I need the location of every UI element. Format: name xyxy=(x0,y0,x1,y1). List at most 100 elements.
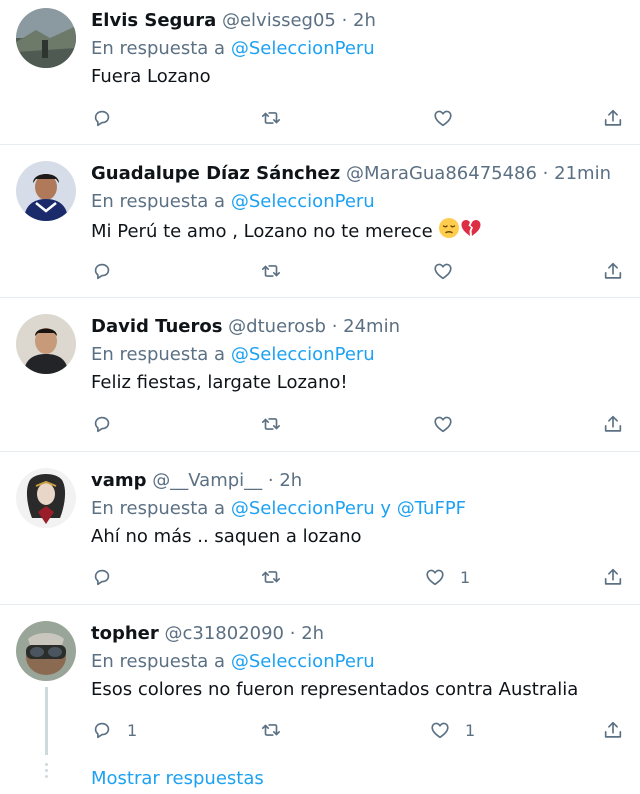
retweet-button[interactable] xyxy=(260,259,282,283)
timestamp[interactable]: 24min xyxy=(343,316,400,337)
author-name[interactable]: Elvis Segura xyxy=(91,10,216,31)
avatar[interactable] xyxy=(16,8,76,68)
tweet-text: Ahí no más .. saquen a lozano xyxy=(91,526,362,547)
reply-button[interactable] xyxy=(91,259,127,283)
retweet-button[interactable] xyxy=(260,718,282,742)
like-count: 1 xyxy=(460,567,471,587)
share-button[interactable] xyxy=(602,412,624,436)
retweet-icon xyxy=(261,418,281,430)
retweet-button[interactable] xyxy=(260,412,282,436)
separator: · xyxy=(284,623,302,644)
timestamp[interactable]: 2h xyxy=(353,10,376,31)
reply-icon xyxy=(94,416,110,433)
reply-prefix: En respuesta a xyxy=(91,498,231,519)
retweet-icon xyxy=(261,112,281,124)
like-icon xyxy=(434,416,452,433)
like-button[interactable] xyxy=(432,259,468,283)
thread-line xyxy=(45,687,48,755)
reply-prefix: En respuesta a xyxy=(91,191,231,212)
like-button[interactable]: 1 xyxy=(424,565,470,589)
like-button[interactable] xyxy=(432,412,468,436)
reply-context: En respuesta a @SeleccionPeru y @TuFPF xyxy=(91,496,626,522)
reply-button[interactable] xyxy=(91,565,127,589)
retweet-button[interactable] xyxy=(260,565,282,589)
retweet-icon xyxy=(261,724,281,736)
tweet-actions xyxy=(91,259,626,283)
retweet-icon xyxy=(261,265,281,277)
reply-icon xyxy=(94,110,110,127)
broken-heart-emoji-icon xyxy=(460,217,482,247)
author-handle[interactable]: @c31802090 xyxy=(165,623,285,644)
share-button[interactable] xyxy=(602,565,624,589)
separator: · xyxy=(325,316,344,337)
tweet-text: Esos colores no fueron representados con… xyxy=(91,679,579,700)
thread-dots xyxy=(44,763,49,781)
tweet-actions xyxy=(91,106,626,130)
pensive-face-emoji-icon xyxy=(438,217,460,247)
tweet-text-row: Mi Perú te amo , Lozano no te merece xyxy=(91,217,626,243)
mention-link[interactable]: @SeleccionPeru xyxy=(231,344,375,365)
reply-button[interactable] xyxy=(91,412,127,436)
timestamp[interactable]: 21min xyxy=(554,163,611,184)
mention-link[interactable]: @SeleccionPeru y @TuFPF xyxy=(231,498,466,519)
author-handle[interactable]: @elvisseg05 xyxy=(222,10,336,31)
like-icon xyxy=(431,722,449,739)
share-icon xyxy=(604,415,622,432)
share-icon xyxy=(604,109,622,126)
show-replies-link[interactable]: Mostrar respuestas xyxy=(91,766,264,792)
share-button[interactable] xyxy=(602,259,624,283)
reply-prefix: En respuesta a xyxy=(91,344,231,365)
author-name[interactable]: David Tueros xyxy=(91,316,222,337)
tweet[interactable]: David Tueros @dtuerosb · 24min En respue… xyxy=(0,298,640,451)
reply-prefix: En respuesta a xyxy=(91,651,231,672)
mention-link[interactable]: @SeleccionPeru xyxy=(231,651,375,672)
like-button[interactable]: 1 xyxy=(429,718,475,742)
tweet-actions xyxy=(91,412,626,436)
separator: · xyxy=(335,10,354,31)
tweet-header: vamp @__Vampi__ · 2h xyxy=(91,468,626,494)
avatar[interactable] xyxy=(16,468,76,528)
tweet-header: Guadalupe Díaz Sánchez @MaraGua86475486 … xyxy=(91,161,626,187)
reply-prefix: En respuesta a xyxy=(91,38,231,59)
avatar[interactable] xyxy=(16,621,76,681)
like-icon xyxy=(426,569,444,586)
separator: · xyxy=(262,470,280,491)
tweet[interactable]: vamp @__Vampi__ · 2h En respuesta a @Sel… xyxy=(0,452,640,604)
reply-icon xyxy=(94,263,110,280)
reply-button[interactable]: 1 xyxy=(91,718,137,742)
timestamp[interactable]: 2h xyxy=(279,470,302,491)
separator: · xyxy=(536,163,555,184)
tweet-text: Fuera Lozano xyxy=(91,66,211,87)
tweet[interactable]: Guadalupe Díaz Sánchez @MaraGua86475486 … xyxy=(0,145,640,297)
author-name[interactable]: topher xyxy=(91,623,159,644)
timestamp[interactable]: 2h xyxy=(301,623,324,644)
mention-link[interactable]: @SeleccionPeru xyxy=(231,38,375,59)
reply-context: En respuesta a @SeleccionPeru xyxy=(91,649,626,675)
tweet-text: Feliz fiestas, largate Lozano! xyxy=(91,372,348,393)
tweet[interactable]: Elvis Segura @elvisseg05 · 2h En respues… xyxy=(0,0,640,144)
reply-icon xyxy=(94,722,110,739)
tweet-text: Mi Perú te amo , Lozano no te merece xyxy=(91,221,439,242)
author-handle[interactable]: @MaraGua86475486 xyxy=(346,163,537,184)
tweet-actions: 1 1 xyxy=(91,718,626,742)
share-icon xyxy=(604,568,622,585)
author-name[interactable]: Guadalupe Díaz Sánchez xyxy=(91,163,340,184)
tweet-header: Elvis Segura @elvisseg05 · 2h xyxy=(91,8,626,34)
reply-context: En respuesta a @SeleccionPeru xyxy=(91,342,626,368)
author-handle[interactable]: @dtuerosb xyxy=(228,316,326,337)
tweet-header: topher @c31802090 · 2h xyxy=(91,621,626,647)
mention-link[interactable]: @SeleccionPeru xyxy=(231,191,375,212)
tweet-actions: 1 xyxy=(91,565,626,589)
reply-context: En respuesta a @SeleccionPeru xyxy=(91,36,626,62)
author-handle[interactable]: @__Vampi__ xyxy=(152,470,262,491)
share-button[interactable] xyxy=(602,718,624,742)
author-name[interactable]: vamp xyxy=(91,470,147,491)
retweet-button[interactable] xyxy=(260,106,282,130)
like-icon xyxy=(434,110,452,127)
reply-button[interactable] xyxy=(91,106,127,130)
avatar[interactable] xyxy=(16,161,76,221)
share-button[interactable] xyxy=(602,106,624,130)
tweet-header: David Tueros @dtuerosb · 24min xyxy=(91,314,626,340)
avatar[interactable] xyxy=(16,314,76,374)
like-button[interactable] xyxy=(432,106,468,130)
